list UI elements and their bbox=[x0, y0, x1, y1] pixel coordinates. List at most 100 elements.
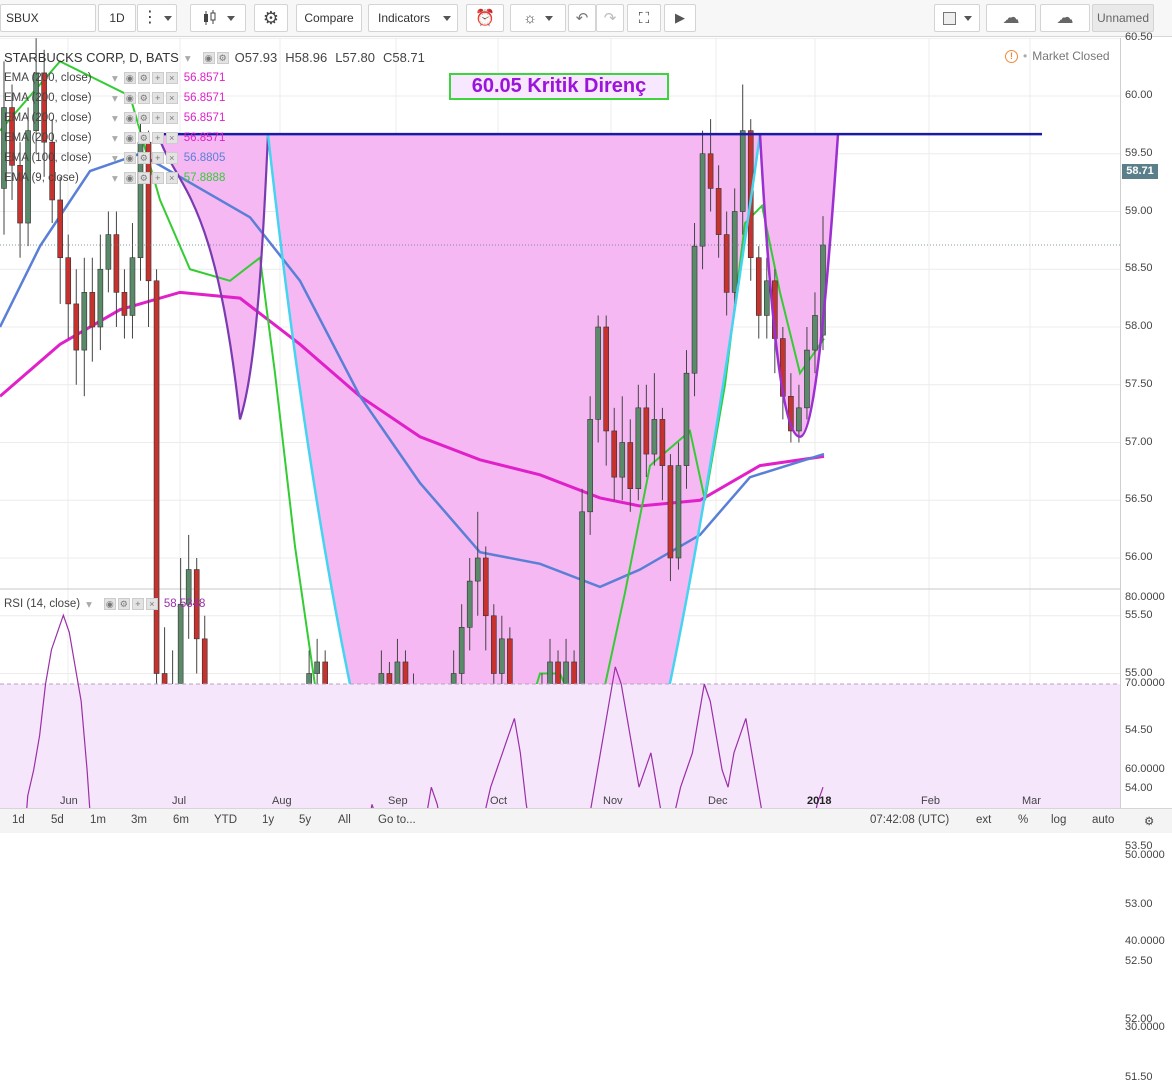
candle-body bbox=[121, 292, 128, 316]
indicators-button[interactable]: Indicators bbox=[368, 4, 458, 32]
gear-icon[interactable]: ⚙ bbox=[137, 132, 150, 144]
gear-icon[interactable]: ⚙ bbox=[137, 152, 150, 164]
range-button-1y[interactable]: 1y bbox=[262, 814, 274, 826]
close-icon[interactable]: × bbox=[165, 132, 178, 144]
templates-button[interactable]: ☼ bbox=[510, 4, 566, 32]
series-title: STARBUCKS CORP, D, BATS bbox=[4, 50, 179, 65]
price-tick-label: 59.00 bbox=[1125, 204, 1153, 217]
candles-icon bbox=[204, 10, 216, 25]
eye-icon[interactable]: ◉ bbox=[202, 51, 215, 64]
clock-time[interactable]: 07:42:08 (UTC) bbox=[870, 814, 949, 826]
range-button-3m[interactable]: 3m bbox=[131, 814, 147, 826]
compare-button[interactable]: Compare bbox=[296, 4, 362, 32]
eye-icon[interactable]: ◉ bbox=[123, 112, 136, 124]
scale-option-auto[interactable]: auto bbox=[1092, 814, 1114, 826]
interval-menu-button[interactable]: ⋮ bbox=[137, 4, 177, 32]
undo-button[interactable]: ↶ bbox=[568, 4, 596, 32]
candle-body bbox=[129, 257, 136, 316]
gear-icon[interactable]: ⚙ bbox=[1144, 814, 1154, 828]
price-axis[interactable]: 60.50 60.00 59.50 59.00 58.50 58.00 57.50 57.00… bbox=[1120, 31, 1172, 1083]
close-icon[interactable]: × bbox=[165, 72, 178, 84]
fullscreen-button[interactable]: ⛶ bbox=[627, 4, 661, 32]
time-tick-label: Nov bbox=[603, 795, 623, 807]
scale-option-ext[interactable]: ext bbox=[976, 814, 991, 826]
price-tick-label: 53.00 bbox=[1125, 897, 1153, 910]
warning-icon: ! bbox=[1005, 49, 1018, 63]
eye-icon[interactable]: ◉ bbox=[123, 152, 136, 164]
alert-button[interactable]: ⏰ bbox=[466, 4, 504, 32]
range-button-6m[interactable]: 6m bbox=[173, 814, 189, 826]
gear-icon[interactable]: ⚙ bbox=[137, 92, 150, 104]
gear-icon[interactable]: ⚙ bbox=[216, 51, 229, 64]
gear-icon[interactable]: ⚙ bbox=[137, 172, 150, 184]
goto-button[interactable]: Go to... bbox=[378, 814, 416, 826]
range-button-5y[interactable]: 5y bbox=[299, 814, 311, 826]
close-icon[interactable]: × bbox=[165, 172, 178, 184]
scale-option-log[interactable]: log bbox=[1051, 814, 1066, 826]
rsi-menu-caret[interactable]: ▾ bbox=[86, 597, 92, 611]
indicator-label: EMA (200, close) bbox=[4, 72, 92, 84]
eye-icon[interactable]: ◉ bbox=[123, 92, 136, 104]
eye-icon[interactable]: ◉ bbox=[103, 598, 116, 610]
scale-option-percent[interactable]: % bbox=[1018, 814, 1028, 826]
range-button-5d[interactable]: 5d bbox=[51, 814, 64, 826]
range-button-all[interactable]: All bbox=[338, 814, 351, 826]
candle-body bbox=[707, 153, 714, 189]
interval-label: 1D bbox=[109, 11, 125, 25]
close-icon[interactable]: × bbox=[165, 152, 178, 164]
symbol-search[interactable]: SBUX bbox=[0, 4, 96, 32]
chevron-down-icon bbox=[443, 15, 451, 21]
range-button-1m[interactable]: 1m bbox=[90, 814, 106, 826]
replay-button[interactable]: ▶ bbox=[664, 4, 696, 32]
resistance-annotation[interactable]: 60.05 Kritik Direnç bbox=[449, 73, 669, 100]
layout-name-button[interactable]: Unnamed bbox=[1092, 4, 1154, 32]
plus-icon[interactable]: + bbox=[151, 112, 164, 124]
plus-icon[interactable]: + bbox=[151, 92, 164, 104]
market-status: ! • Market Closed bbox=[1005, 49, 1110, 63]
indicator-value: 56.8571 bbox=[183, 72, 226, 84]
candle-body bbox=[177, 603, 184, 697]
indicator-menu-caret[interactable]: ▾ bbox=[112, 171, 118, 185]
candle bbox=[193, 558, 200, 674]
eye-icon[interactable]: ◉ bbox=[123, 132, 136, 144]
close-icon[interactable]: × bbox=[145, 598, 158, 610]
save-layout-button[interactable]: ☁ bbox=[1040, 4, 1090, 32]
interval-button[interactable]: 1D bbox=[98, 4, 136, 32]
candle-body bbox=[113, 234, 120, 293]
redo-button[interactable]: ↷ bbox=[596, 4, 624, 32]
eye-icon[interactable]: ◉ bbox=[123, 172, 136, 184]
layout-button[interactable] bbox=[934, 4, 980, 32]
price-tick-label: 58.50 bbox=[1125, 262, 1153, 275]
indicator-menu-caret[interactable]: ▾ bbox=[112, 111, 118, 125]
plus-icon[interactable]: + bbox=[131, 598, 144, 610]
indicator-menu-caret[interactable]: ▾ bbox=[112, 71, 118, 85]
candle-body bbox=[804, 349, 810, 409]
indicator-menu-caret[interactable]: ▾ bbox=[112, 151, 118, 165]
indicator-menu-caret[interactable]: ▾ bbox=[112, 131, 118, 145]
close-icon[interactable]: × bbox=[165, 92, 178, 104]
plus-icon[interactable]: + bbox=[151, 72, 164, 84]
candle-body bbox=[587, 419, 593, 513]
load-layout-button[interactable]: ☁ bbox=[986, 4, 1036, 32]
indicator-menu-caret[interactable]: ▾ bbox=[112, 91, 118, 105]
range-button-ytd[interactable]: YTD bbox=[214, 814, 237, 826]
candle-body bbox=[619, 442, 626, 478]
candle-body bbox=[723, 234, 730, 293]
gear-icon[interactable]: ⚙ bbox=[137, 112, 150, 124]
plus-icon[interactable]: + bbox=[151, 132, 164, 144]
settings-button[interactable]: ⚙ bbox=[254, 4, 288, 32]
range-button-1d[interactable]: 1d bbox=[12, 814, 25, 826]
close-icon[interactable]: × bbox=[165, 112, 178, 124]
market-closed-dot: • bbox=[1023, 49, 1028, 63]
indicator-legend-row: EMA (200, close) ▾ ◉ ⚙ + × 56.8571 bbox=[4, 111, 225, 125]
series-menu-caret[interactable]: ▾ bbox=[185, 51, 191, 65]
gear-icon[interactable]: ⚙ bbox=[117, 598, 130, 610]
plus-icon[interactable]: + bbox=[151, 172, 164, 184]
plus-icon[interactable]: + bbox=[151, 152, 164, 164]
chart-style-button[interactable] bbox=[190, 4, 246, 32]
eye-icon[interactable]: ◉ bbox=[123, 72, 136, 84]
gear-icon[interactable]: ⚙ bbox=[137, 72, 150, 84]
candle-body bbox=[105, 234, 112, 270]
candle-body bbox=[65, 257, 72, 305]
candle-body bbox=[57, 199, 64, 258]
